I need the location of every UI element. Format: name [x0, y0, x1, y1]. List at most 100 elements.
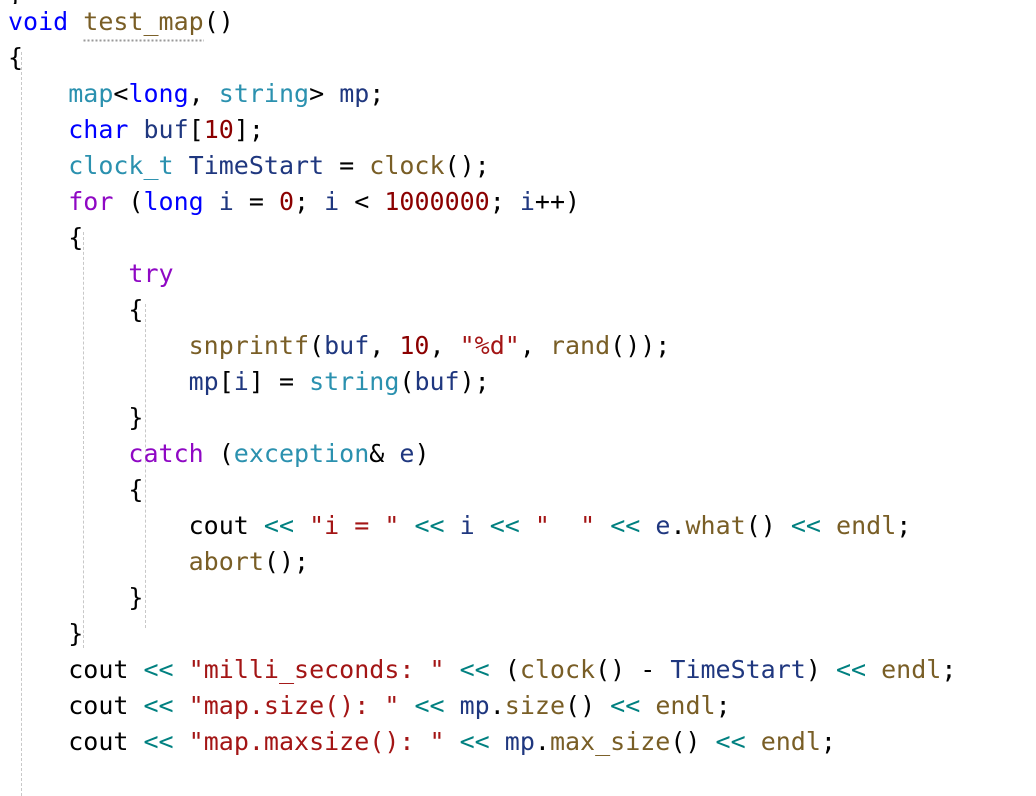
code-token: max_size — [549, 727, 671, 756]
code-line[interactable]: abort(); — [0, 544, 1036, 580]
code-token: << — [790, 511, 821, 540]
code-token: cout — [68, 691, 129, 720]
code-token: << — [143, 691, 174, 720]
code-token: buf — [143, 115, 189, 144]
code-line[interactable]: { — [0, 472, 1036, 508]
code-token: << — [835, 655, 867, 684]
code-token: "map.size(): " — [188, 691, 400, 720]
code-token: 10 — [203, 115, 234, 144]
code-token: endl — [655, 691, 716, 720]
code-line[interactable]: cout << "map.maxsize(): " << mp.max_size… — [0, 724, 1036, 760]
code-token: e — [399, 439, 415, 468]
code-token: string — [309, 367, 400, 396]
code-token: i — [519, 187, 535, 216]
code-token: TimeStart — [188, 151, 325, 180]
code-token: } — [8, 583, 144, 612]
code-token: << — [610, 511, 641, 540]
code-token: . — [534, 727, 550, 756]
code-token: for — [68, 187, 114, 216]
code-line[interactable]: } — [0, 400, 1036, 436]
code-token: cout — [188, 511, 249, 540]
code-token: ; — [369, 79, 385, 108]
code-line[interactable]: { — [0, 220, 1036, 256]
code-token: ) — [805, 655, 836, 684]
code-token: } — [8, 403, 144, 432]
code-token: "%d" — [459, 331, 520, 360]
code-token: abort — [188, 547, 264, 576]
code-token: map — [68, 79, 114, 108]
code-token: << — [143, 655, 174, 684]
code-token: ]; — [233, 115, 264, 144]
code-line[interactable]: { — [0, 40, 1036, 76]
code-line[interactable]: map<long, string> mp; — [0, 76, 1036, 112]
code-line[interactable]: clock_t TimeStart = clock(); — [0, 148, 1036, 184]
code-line[interactable]: snprintf(buf, 10, "%d", rand()); — [0, 328, 1036, 364]
code-line[interactable]: cout << "map.size(): " << mp.size() << e… — [0, 688, 1036, 724]
code-token: , — [369, 331, 400, 360]
code-token: { — [8, 223, 84, 252]
code-token: try — [128, 259, 174, 288]
code-token: " " — [534, 511, 596, 540]
code-editor[interactable]: }void test_map(){ map<long, string> mp; … — [0, 0, 1036, 796]
code-token: ()); — [610, 331, 671, 360]
code-line[interactable]: { — [0, 292, 1036, 328]
code-line[interactable]: catch (exception& e) — [0, 436, 1036, 472]
code-token: { — [8, 295, 144, 324]
code-token: size — [504, 691, 566, 720]
code-token: << — [459, 655, 490, 684]
code-line[interactable]: char buf[10]; — [0, 112, 1036, 148]
code-token: snprintf — [188, 331, 310, 360]
code-token: i — [324, 187, 340, 216]
code-line[interactable]: mp[i] = string(buf); — [0, 364, 1036, 400]
code-token: = — [233, 187, 279, 216]
code-text-surface[interactable]: }void test_map(){ map<long, string> mp; … — [0, 0, 1036, 760]
code-token: rand — [549, 331, 611, 360]
code-line[interactable]: } — [0, 580, 1036, 616]
code-token: clock — [369, 151, 445, 180]
code-token: ( — [203, 439, 234, 468]
code-token: () - — [595, 655, 671, 684]
code-line[interactable]: cout << "milli_seconds: " << (clock() - … — [0, 652, 1036, 688]
code-line[interactable]: void test_map() — [0, 4, 1036, 42]
code-token: "i = " — [309, 511, 400, 540]
code-token: << — [715, 727, 746, 756]
code-token: ; — [941, 655, 957, 684]
code-token: , — [429, 331, 460, 360]
code-token: << — [459, 727, 490, 756]
code-line[interactable]: cout << "i = " << i << " " << e.what() <… — [0, 508, 1036, 544]
code-token: < — [113, 79, 129, 108]
code-token: endl — [881, 655, 942, 684]
code-token: mp — [459, 691, 490, 720]
code-line[interactable]: try — [0, 256, 1036, 292]
code-line[interactable]: } — [0, 616, 1036, 652]
error-squiggle-token: test_map — [83, 4, 205, 42]
code-token: ++) — [534, 187, 581, 216]
code-token: ; — [294, 187, 325, 216]
code-line[interactable]: for (long i = 0; i < 1000000; i++) — [0, 184, 1036, 220]
code-token: buf — [324, 331, 370, 360]
